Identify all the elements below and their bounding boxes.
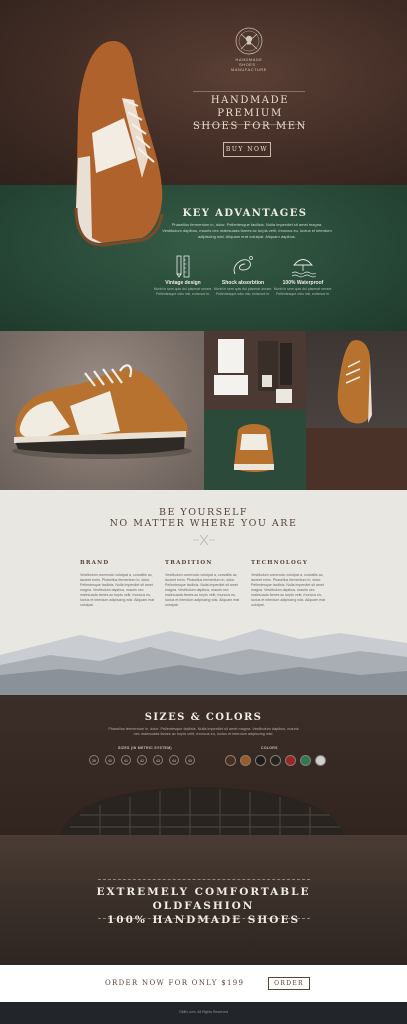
shoe-sole-image bbox=[60, 787, 345, 835]
hero-title-line1: HANDMADE PREMIUM bbox=[210, 95, 290, 119]
comfort-rule-bottom bbox=[98, 918, 310, 919]
landing-page: HANDMADE SHOES · MANUFACTURE HANDMADE PR… bbox=[0, 0, 407, 1024]
sizes-section: SIZES & COLORS Phasellus fermentum in, d… bbox=[0, 695, 407, 835]
brand-emblem: HANDMADE SHOES · MANUFACTURE bbox=[229, 25, 269, 72]
feature-desc: Morbi in sem quis dui placerat ornare. P… bbox=[153, 287, 213, 296]
column-tradition: TRADITION Vestibulum commodo volutpat a,… bbox=[165, 560, 245, 608]
order-text: ORDER NOW FOR ONLY $199 bbox=[105, 979, 245, 987]
size-option[interactable]: 41 bbox=[121, 755, 131, 765]
column-heading: BRAND bbox=[80, 560, 110, 566]
column-text: Vestibulum commodo volutpat a, convallis… bbox=[165, 573, 240, 607]
footer-text: Oldfix.com. All Rights Reserved bbox=[178, 1010, 229, 1014]
sizes-title: SIZES & COLORS bbox=[144, 712, 263, 723]
gallery-image-shoe-back bbox=[204, 410, 306, 490]
umbrella-icon bbox=[289, 254, 317, 278]
color-swatch[interactable] bbox=[285, 755, 296, 766]
emblem-text: HANDMADE SHOES · MANUFACTURE bbox=[231, 57, 267, 72]
gallery-section bbox=[0, 331, 407, 490]
size-option[interactable]: 42 bbox=[137, 755, 147, 765]
hero-rule-top bbox=[193, 91, 305, 92]
order-button[interactable]: ORDER bbox=[268, 977, 310, 990]
be-yourself-line2: NO MATTER WHERE YOU ARE bbox=[109, 518, 298, 529]
feature-vintage: Vintage design Morbi in sem quis dui pla… bbox=[153, 254, 213, 297]
feature-desc: Morbi in sem quis dui placerat ornare. P… bbox=[273, 287, 333, 296]
be-yourself-section: BE YOURSELF NO MATTER WHERE YOU ARE BRAN… bbox=[0, 490, 407, 695]
color-swatch[interactable] bbox=[225, 755, 236, 766]
advantages-subtitle: Phasellus fermentum in, dolor. Pellentes… bbox=[162, 222, 332, 239]
size-option[interactable]: 44 bbox=[169, 755, 179, 765]
column-text: Vestibulum commodo volutpat a, convallis… bbox=[251, 573, 326, 607]
feature-label: 100% Waterproof bbox=[282, 280, 324, 286]
column-heading: TECHNOLOGY bbox=[251, 560, 308, 566]
hero-shoe-image bbox=[74, 40, 164, 247]
color-swatch[interactable] bbox=[270, 755, 281, 766]
color-swatch[interactable] bbox=[240, 755, 251, 766]
be-yourself-title: BE YOURSELF NO MATTER WHERE YOU ARE bbox=[90, 507, 317, 529]
advantages-title: KEY ADVANTAGES bbox=[182, 208, 308, 219]
gallery-image-sneaker-side bbox=[0, 331, 204, 490]
comfort-line1: EXTREMELY COMFORTABLE OLDFASHION bbox=[96, 886, 311, 912]
order-section: ORDER NOW FOR ONLY $199 ORDER bbox=[0, 965, 407, 1002]
column-text: Vestibulum commodo volutpat a, convallis… bbox=[80, 573, 155, 607]
feature-label: Shock absorbtion bbox=[221, 280, 265, 286]
size-option[interactable]: 39 bbox=[89, 755, 99, 765]
feature-waterproof: 100% Waterproof Morbi in sem quis dui pl… bbox=[273, 254, 333, 297]
comfort-section: EXTREMELY COMFORTABLE OLDFASHION 100% HA… bbox=[0, 835, 407, 965]
gallery-image-stationery bbox=[204, 331, 306, 410]
hero-rule-bottom bbox=[193, 124, 305, 125]
pencil-ruler-icon bbox=[169, 254, 197, 278]
buy-now-button[interactable]: BUY NOW bbox=[223, 142, 271, 157]
feature-desc: Morbi in sem quis dui placerat ornare. P… bbox=[213, 287, 273, 296]
column-technology: TECHNOLOGY Vestibulum commodo volutpat a… bbox=[251, 560, 331, 608]
hero-title: HANDMADE PREMIUM SHOES FOR MEN bbox=[185, 94, 315, 133]
comfort-rule-top bbox=[98, 879, 310, 880]
colors-label: COLORS bbox=[261, 746, 278, 750]
hero-title-line2: SHOES FOR MEN bbox=[192, 121, 308, 132]
color-swatch[interactable] bbox=[300, 755, 311, 766]
crossed-tools-icon bbox=[193, 533, 215, 547]
mountains-image bbox=[0, 629, 407, 695]
feature-label: Vintage design bbox=[165, 280, 201, 286]
size-option[interactable]: 45 bbox=[185, 755, 195, 765]
comfort-title: EXTREMELY COMFORTABLE OLDFASHION 100% HA… bbox=[60, 885, 347, 927]
be-yourself-line1: BE YOURSELF bbox=[159, 507, 248, 518]
comfort-line2: 100% HANDMADE SHOES bbox=[106, 914, 301, 926]
gallery-image-leather bbox=[306, 428, 407, 490]
gallery-image-shoe-top bbox=[306, 331, 407, 428]
color-swatch[interactable] bbox=[315, 755, 326, 766]
column-heading: TRADITION bbox=[165, 560, 213, 566]
color-swatch[interactable] bbox=[255, 755, 266, 766]
column-brand: BRAND Vestibulum commodo volutpat a, con… bbox=[80, 560, 160, 608]
size-option[interactable]: 40 bbox=[105, 755, 115, 765]
size-option[interactable]: 43 bbox=[153, 755, 163, 765]
lace-icon bbox=[229, 254, 257, 278]
footer: Oldfix.com. All Rights Reserved bbox=[0, 1002, 407, 1024]
sizes-subtitle: Phasellus fermentum in, dolor. Pellentes… bbox=[108, 727, 299, 736]
sizes-label: SIZES (IN METRIC SYSTEM) bbox=[118, 746, 172, 750]
feature-shock: Shock absorbtion Morbi in sem quis dui p… bbox=[213, 254, 273, 297]
